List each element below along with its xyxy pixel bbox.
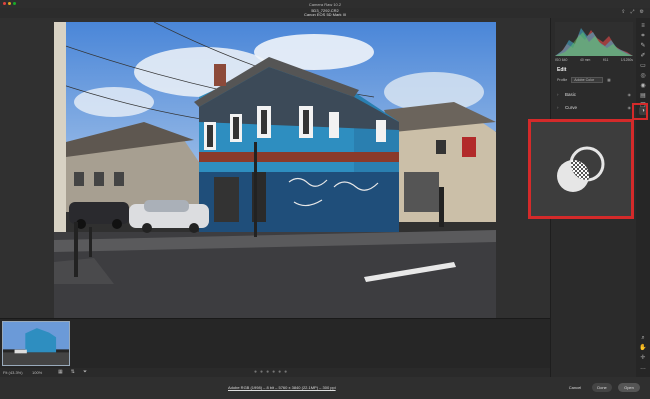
profile-browser-icon[interactable]: ▦ (607, 78, 610, 82)
brush-icon[interactable]: ✐ (639, 52, 647, 60)
title-bar: Camera Raw 10.2 (0, 0, 650, 8)
crop-icon[interactable]: ⌗ (639, 32, 647, 40)
more-tools-icon[interactable]: … (639, 364, 647, 372)
healing-icon[interactable]: ✎ (639, 42, 647, 50)
tool-strip: ≡ ⌗ ✎ ✐ ▭ ◎ ◉ ▤ ❐ ◑ ⌕ ✋ ✛ … (636, 18, 650, 377)
zoom-level-label[interactable]: Fit (43.3%) (3, 370, 23, 375)
filmstrip-thumbnail[interactable] (2, 321, 70, 366)
aperture-value: f/11 (602, 58, 609, 62)
photo-preview[interactable] (54, 22, 496, 318)
close-window-icon[interactable] (3, 2, 6, 5)
histogram-icon[interactable]: ≡ (639, 22, 647, 30)
iso-value: ISO 640 (555, 58, 568, 62)
star-icon[interactable]: ● (278, 369, 281, 375)
redeye-icon[interactable]: ◉ (639, 82, 647, 90)
zoom-value[interactable]: 100% (32, 370, 42, 375)
minimize-window-icon[interactable] (8, 2, 11, 5)
settings-icon[interactable]: ⚙ (640, 10, 644, 15)
done-button[interactable]: Done (592, 383, 612, 392)
star-icon[interactable]: ● (272, 369, 275, 375)
graduated-filter-icon[interactable]: ▭ (639, 62, 647, 70)
filmstrip-toggle-icon[interactable]: ▦ (58, 369, 63, 375)
window-controls[interactable] (3, 2, 16, 5)
footer-bar: Adobe RGB (1998) – 8 bit – 5760 x 3840 (… (0, 377, 650, 399)
section-label: Basic (565, 91, 577, 97)
chevron-right-icon: › (557, 91, 559, 97)
zoom-window-icon[interactable] (13, 2, 16, 5)
star-icon[interactable]: ● (260, 369, 263, 375)
radial-filter-icon[interactable]: ◎ (639, 72, 647, 80)
zoom-tool-icon[interactable]: ⌕ (639, 334, 647, 342)
focal-length-value: 40 mm (580, 58, 591, 62)
section-label: Curve (565, 104, 578, 110)
visibility-eye-icon[interactable]: ◉ (628, 92, 632, 97)
presets-icon[interactable]: ▤ (639, 92, 647, 100)
fullscreen-icon[interactable]: ⤢ (631, 10, 635, 15)
chevron-right-icon: › (557, 104, 559, 110)
sampler-icon[interactable]: ✛ (639, 354, 647, 362)
camera-label: Canon EOS 5D Mark III (303, 12, 346, 17)
view-controls: Fit (43.3%) 100% ▦ ⇅ ⏷ ● ● ● ● ● ● (0, 368, 550, 377)
section-basic[interactable]: › Basic ◉ (557, 90, 633, 98)
open-button[interactable]: Open (618, 383, 640, 392)
star-icon[interactable]: ● (266, 369, 269, 375)
workflow-options-link[interactable]: Adobe RGB (1998) – 8 bit – 5760 x 3840 (… (228, 385, 336, 390)
histogram (555, 22, 633, 56)
section-curve[interactable]: › Curve ◉ (557, 103, 633, 111)
window-title: Camera Raw 10.2 (308, 1, 342, 7)
rating-stars[interactable]: ● ● ● ● ● ● (254, 369, 287, 375)
file-info-bar: 5D3_7292.CR2 Canon EOS 5D Mark III ⇪ ⤢ ⚙ (0, 8, 650, 18)
profile-select[interactable]: Adobe Color (571, 77, 604, 83)
save-image-icon[interactable]: ⇪ (621, 10, 625, 15)
filter-icon[interactable]: ⏷ (83, 369, 87, 375)
edit-heading: Edit (557, 67, 567, 73)
star-icon[interactable]: ● (284, 369, 287, 375)
exif-info: ISO 640 40 mm f/11 1/1250s (555, 58, 633, 62)
masking-icon-callout (528, 119, 634, 219)
visibility-eye-icon[interactable]: ◉ (628, 105, 632, 110)
masking-enlarged-icon (557, 146, 605, 192)
profile-label: Profile (557, 78, 568, 82)
cancel-button[interactable]: Cancel (566, 383, 584, 392)
hand-tool-icon[interactable]: ✋ (639, 344, 647, 352)
shutter-value: 1/1250s (620, 58, 633, 62)
profile-row: Profile Adobe Color ▦ (557, 76, 633, 84)
star-icon[interactable]: ● (254, 369, 257, 375)
sort-icon[interactable]: ⇅ (71, 369, 75, 375)
masking-tool-highlight (632, 103, 648, 120)
filmstrip (0, 318, 550, 368)
